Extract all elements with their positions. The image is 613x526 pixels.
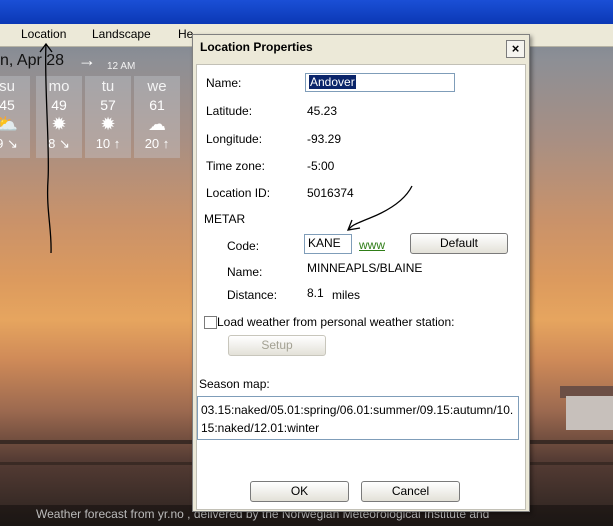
timezone-value: -5:00 [307,159,335,173]
name-value: Andover [309,75,356,89]
dialog-body [196,64,526,510]
forecast-day: tu 57 ✹ 10 ↑ [85,76,131,158]
day-temp: 61 [149,97,165,113]
setup-button[interactable]: Setup [228,335,326,356]
day-name: tu [101,78,115,95]
latitude-value: 45.23 [307,104,338,118]
season-map-label: Season map: [199,377,270,391]
next-arrow-icon[interactable]: → [78,50,96,71]
day-temp: 49 [51,97,67,113]
default-button[interactable]: Default [410,233,508,254]
distance-value: 8.1 [307,286,324,300]
www-link[interactable]: www [359,238,385,252]
barn [566,396,613,430]
location-id-label: Location ID: [206,186,271,200]
window-title-bar [0,0,613,24]
time-label: 12 AM [107,61,136,72]
forecast-day: mo 49 ✹ 8 ↘ [36,76,82,158]
forecast-day: su 45 ⛅ 9 ↘ [0,76,30,158]
timezone-label: Time zone: [206,159,265,173]
metar-code-field[interactable]: KANE [304,234,352,254]
menu-landscape[interactable]: Landscape [92,27,151,41]
season-map-field[interactable]: 03.15:naked/05.01:spring/06.01:summer/09… [197,396,519,440]
day-name: su [0,78,15,95]
partly-cloudy-icon: ⛅ [0,114,19,134]
day-temp: 45 [0,97,15,113]
longitude-value: -93.29 [307,132,342,146]
ok-button[interactable]: OK [250,481,349,502]
location-id-value: 5016374 [307,186,354,200]
menu-location[interactable]: Location [21,27,66,41]
cancel-button[interactable]: Cancel [361,481,460,502]
sun-icon: ✹ [100,114,116,134]
metar-label: METAR [204,212,246,226]
date-label: n, Apr 28 [0,52,65,69]
distance-unit: miles [332,288,361,302]
day-wind: 9 ↘ [0,136,18,151]
day-temp: 57 [100,97,116,113]
name-label: Name: [206,76,242,90]
forecast-day: we 61 ☁ 20 ↑ [134,76,180,158]
day-name: we [147,78,167,95]
cloud-icon: ☁ [148,114,166,134]
code-label: Code: [227,239,260,253]
longitude-label: Longitude: [206,132,263,146]
day-wind: 10 ↑ [95,136,121,151]
day-name: mo [48,78,70,95]
day-wind: 20 ↑ [144,136,170,151]
close-button[interactable]: × [506,40,525,58]
day-wind: 8 ↘ [48,136,70,151]
name-field[interactable]: Andover [305,73,455,92]
pws-label: Load weather from personal weather stati… [217,315,455,329]
distance-label: Distance: [227,288,278,302]
latitude-label: Latitude: [206,104,253,118]
sun-icon: ✹ [51,114,67,134]
station-name-label: Name: [227,265,263,279]
station-name-value: MINNEAPLS/BLAINE [307,261,423,275]
pws-checkbox[interactable] [204,316,217,329]
dialog-title: Location Properties [200,40,313,54]
